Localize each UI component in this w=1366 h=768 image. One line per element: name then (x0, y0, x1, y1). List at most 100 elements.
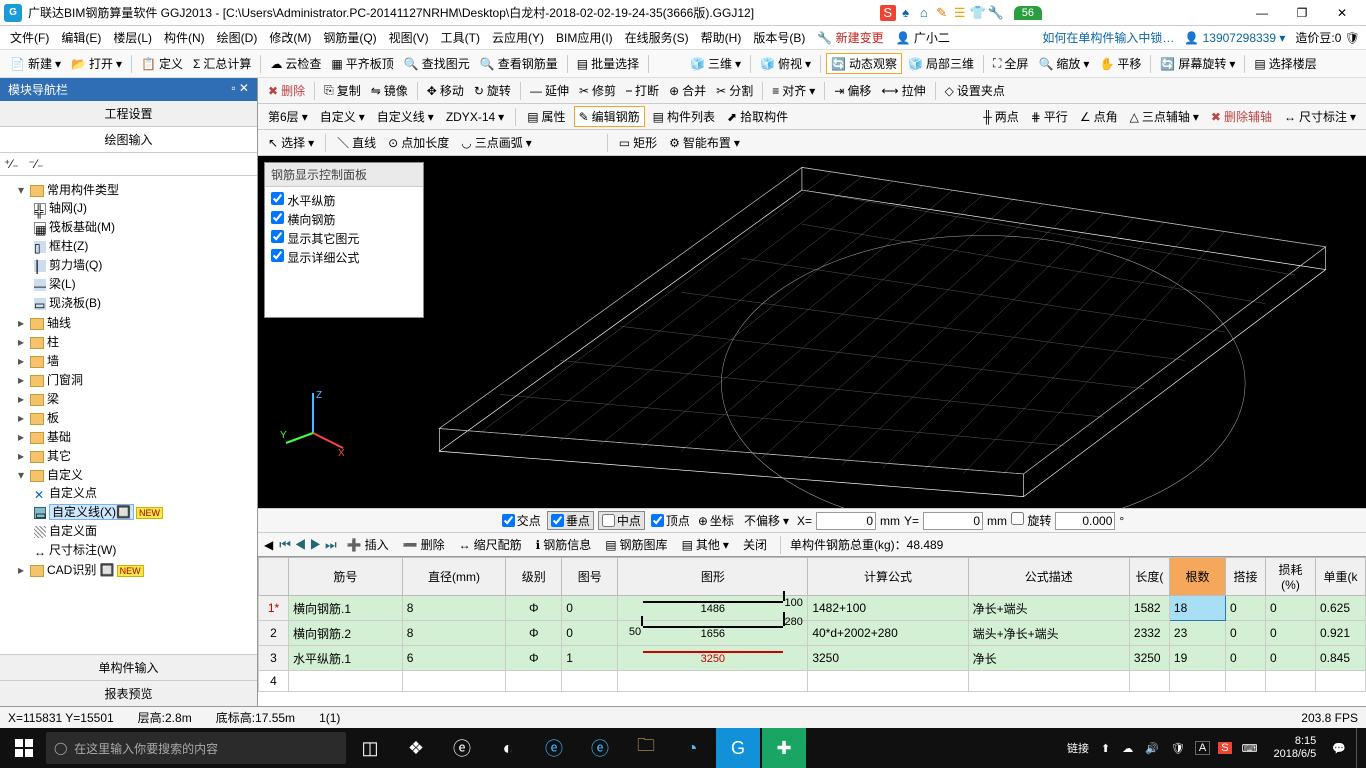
ptb-pick[interactable]: ⬈ 拾取构件 (723, 106, 792, 127)
etb-split[interactable]: ✂ 分割 (712, 80, 757, 101)
dtb-select[interactable]: ↖ 选择 ▾ (264, 132, 318, 153)
tree-item[interactable]: ▯框柱(Z) (34, 236, 255, 255)
3d-viewport[interactable]: 钢筋显示控制面板 水平纵筋 横向钢筋 显示其它图元 显示详细公式 Z X Y (258, 156, 1366, 508)
menu-modify[interactable]: 修改(M) (265, 27, 315, 48)
tb-new[interactable]: 📄 新建 ▾ (6, 53, 65, 74)
tb-dynview[interactable]: 🔄 动态观察 (826, 53, 902, 74)
tray-icon[interactable]: 🔊 (1143, 742, 1161, 755)
tree-item-selected[interactable]: ▭自定义线(X)🔲NEW (34, 502, 255, 521)
tb-findgrid[interactable]: 🔍 查找图元 (400, 53, 474, 74)
ext-icon[interactable]: ✎ (934, 5, 950, 21)
snap-cross[interactable]: 交点 (500, 512, 543, 529)
tray-ime[interactable]: A (1195, 741, 1210, 755)
ext-icon[interactable]: 🔧 (988, 5, 1004, 21)
tb-pan[interactable]: ✋ 平移 (1095, 53, 1145, 74)
tb-local3d[interactable]: 🧊 局部三维 (904, 53, 978, 74)
tray-icon[interactable]: ☁ (1120, 742, 1135, 755)
ptb-clist[interactable]: ▤ 构件列表 (649, 106, 719, 127)
menu-draw[interactable]: 绘图(D) (213, 27, 262, 48)
ptb-para[interactable]: ⋕ 平行 (1027, 106, 1072, 127)
snap-apex[interactable]: 顶点 (649, 512, 692, 529)
task-icon[interactable]: ◐ (486, 728, 530, 768)
panel-opt[interactable]: 横向钢筋 (271, 210, 417, 229)
tb-full[interactable]: ⛶ 全屏 (989, 53, 1032, 74)
gb-info[interactable]: ℹ 钢筋信息 (532, 534, 596, 555)
task-icon[interactable]: 🗀 (624, 728, 668, 768)
maximize-button[interactable]: ❐ (1282, 2, 1322, 24)
menu-newchange[interactable]: 🔧 新建变更 (813, 27, 887, 48)
table-row[interactable]: 2 横向钢筋.28Φ0 50280165640*d+2002+280端头+净长+… (259, 621, 1366, 646)
rebar-display-panel[interactable]: 钢筋显示控制面板 水平纵筋 横向钢筋 显示其它图元 显示详细公式 (264, 162, 424, 318)
minimize-button[interactable]: — (1242, 2, 1282, 24)
th[interactable]: 公式描述 (968, 558, 1129, 596)
tree-custom[interactable]: 自定义 ✕自定义点 ▭自定义线(X)🔲NEW 自定义面 ↔尺寸标注(W) (18, 465, 255, 560)
tb-batch[interactable]: ▤ 批量选择 (573, 53, 643, 74)
etb-copy[interactable]: ⎘ 复制 (320, 80, 365, 101)
menu-online[interactable]: 在线服务(S) (621, 27, 693, 48)
etb-align[interactable]: ≡ 对齐 ▾ (768, 80, 819, 101)
tb-rot[interactable]: 🔄 屏幕旋转 ▾ (1156, 53, 1239, 74)
ext-icon[interactable]: ☰ (952, 5, 968, 21)
etb-move[interactable]: ✥ 移动 (423, 80, 468, 101)
gb-delete[interactable]: ➖ 删除 (399, 534, 449, 555)
left-tab-draw[interactable]: 绘图输入 (0, 127, 257, 153)
tree-cat[interactable]: 门窗洞 (18, 370, 255, 389)
rebar-table[interactable]: 筋号 直径(mm) 级别 图号 图形 计算公式 公式描述 长度( 根数 搭接 损… (258, 557, 1366, 692)
ptb-prop[interactable]: ▤ 属性 (523, 106, 569, 127)
tb-3d[interactable]: 🧊 三维 ▾ (686, 53, 745, 74)
ptb-cat[interactable]: 自定义 ▾ (316, 106, 369, 127)
ptb-delaux[interactable]: ✖ 删除辅轴 (1207, 106, 1276, 127)
dtb-rect[interactable]: ▭ 矩形 (615, 132, 661, 153)
etb-del[interactable]: ✖ 删除 (264, 80, 309, 101)
menu-rebar[interactable]: 钢筋量(Q) (319, 27, 380, 48)
tree-item[interactable]: —梁(L) (34, 274, 255, 293)
menu-version[interactable]: 版本号(B) (749, 27, 809, 48)
menu-bim[interactable]: BIM应用(I) (552, 27, 617, 48)
tree-cat[interactable]: 梁 (18, 389, 255, 408)
th[interactable]: 图形 (618, 558, 808, 596)
left-bottom-report[interactable]: 报表预览 (0, 680, 257, 706)
menu-coin[interactable]: 造价豆:0 🛡 (1295, 29, 1360, 46)
gb-other[interactable]: ▤ 其他 ▾ (678, 534, 733, 555)
snap-rot[interactable]: 旋转 (1011, 512, 1051, 529)
tb-open[interactable]: 📂 打开 ▾ (67, 53, 126, 74)
panel-opt[interactable]: 显示详细公式 (271, 248, 417, 267)
tree-item[interactable]: ╬轴网(J) (34, 198, 255, 217)
th[interactable]: 级别 (506, 558, 562, 596)
snap-noofs[interactable]: 不偏移 ▾ (740, 510, 793, 531)
tree-item[interactable]: ↔尺寸标注(W) (34, 540, 255, 559)
etb-extend[interactable]: — 延伸 (526, 80, 573, 101)
tray-notif[interactable]: 💬 (1330, 742, 1348, 755)
dtb-smart[interactable]: ⚙ 智能布置 ▾ (665, 132, 744, 153)
etb-stretch[interactable]: ⟷ 拉伸 (877, 80, 929, 101)
dtb-arc3[interactable]: ◡ 三点画弧 ▾ (457, 132, 536, 153)
task-icon[interactable]: ⓔ (532, 728, 576, 768)
tree-cat[interactable]: 墙 (18, 351, 255, 370)
green-badge[interactable]: 56 (1014, 6, 1042, 20)
ext-icon[interactable]: ⌂ (916, 5, 932, 21)
tb-selfloor[interactable]: ▤ 选择楼层 (1250, 53, 1320, 74)
left-tab-project[interactable]: 工程设置 (0, 101, 257, 127)
sogou-icon[interactable]: S (880, 5, 896, 21)
panel-opt[interactable]: 显示其它图元 (271, 229, 417, 248)
etb-merge[interactable]: ⊕ 合并 (665, 80, 710, 101)
ext-icon[interactable]: 👕 (970, 5, 986, 21)
etb-rotate[interactable]: ↻ 旋转 (470, 80, 515, 101)
snap-x-input[interactable] (816, 512, 876, 530)
table-row[interactable]: 1* 横向钢筋.18Φ0 10014861482+100净长+端头1582 18… (259, 596, 1366, 621)
dtb-line[interactable]: ＼ 直线 (333, 132, 380, 153)
th[interactable]: 计算公式 (808, 558, 968, 596)
gb-lib[interactable]: ▤ 钢筋图库 (601, 534, 671, 555)
table-row[interactable]: 3 水平纵筋.16Φ1 32503250净长3250 19000.845 (259, 646, 1366, 671)
th[interactable]: 搭接 (1226, 558, 1266, 596)
close-button[interactable]: ✕ (1322, 2, 1362, 24)
menu-edit[interactable]: 编辑(E) (57, 27, 105, 48)
gb-scale[interactable]: ↔ 缩尺配筋 (455, 534, 526, 555)
snap-y-input[interactable] (923, 512, 983, 530)
tb-flat[interactable]: ▦ 平齐板顶 (327, 53, 397, 74)
menu-component[interactable]: 构件(N) (160, 27, 209, 48)
tray-sogou[interactable]: S (1218, 742, 1231, 754)
grid-collapse[interactable]: ◀ (264, 538, 273, 552)
dtb-ptlen[interactable]: ⊙ 点加长度 (384, 132, 453, 153)
task-icon[interactable]: ❖ (394, 728, 438, 768)
